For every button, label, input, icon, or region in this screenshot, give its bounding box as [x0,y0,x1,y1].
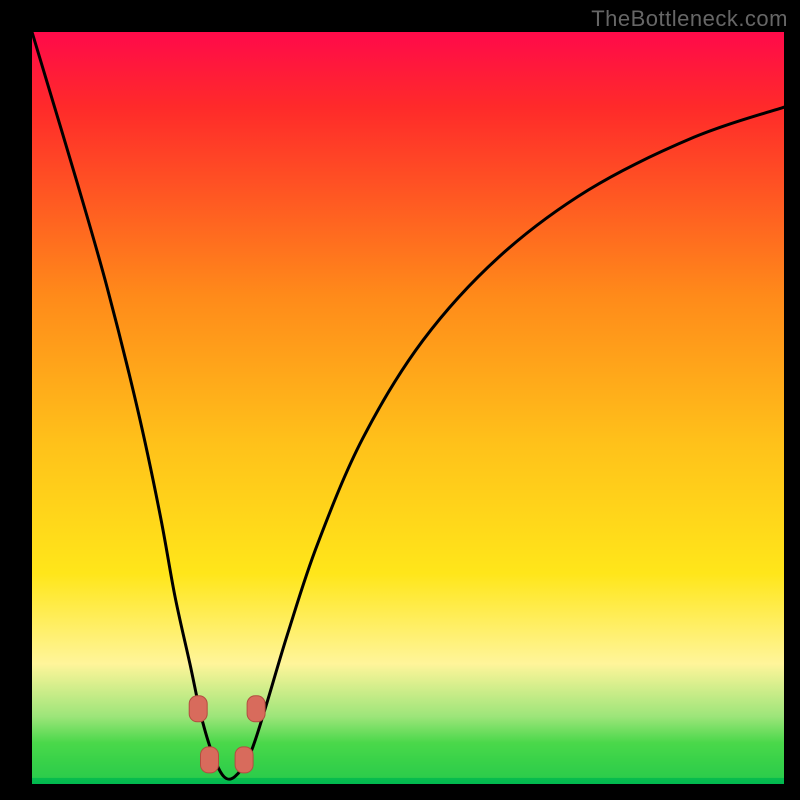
marker-right-lower [235,747,253,773]
marker-right-upper [247,696,265,722]
plot-background [32,32,784,784]
bottleneck-chart-svg [0,0,800,800]
marker-left-upper [189,696,207,722]
green-zone-band [32,743,784,778]
chart-container: TheBottleneck.com [0,0,800,800]
marker-left-lower [201,747,219,773]
